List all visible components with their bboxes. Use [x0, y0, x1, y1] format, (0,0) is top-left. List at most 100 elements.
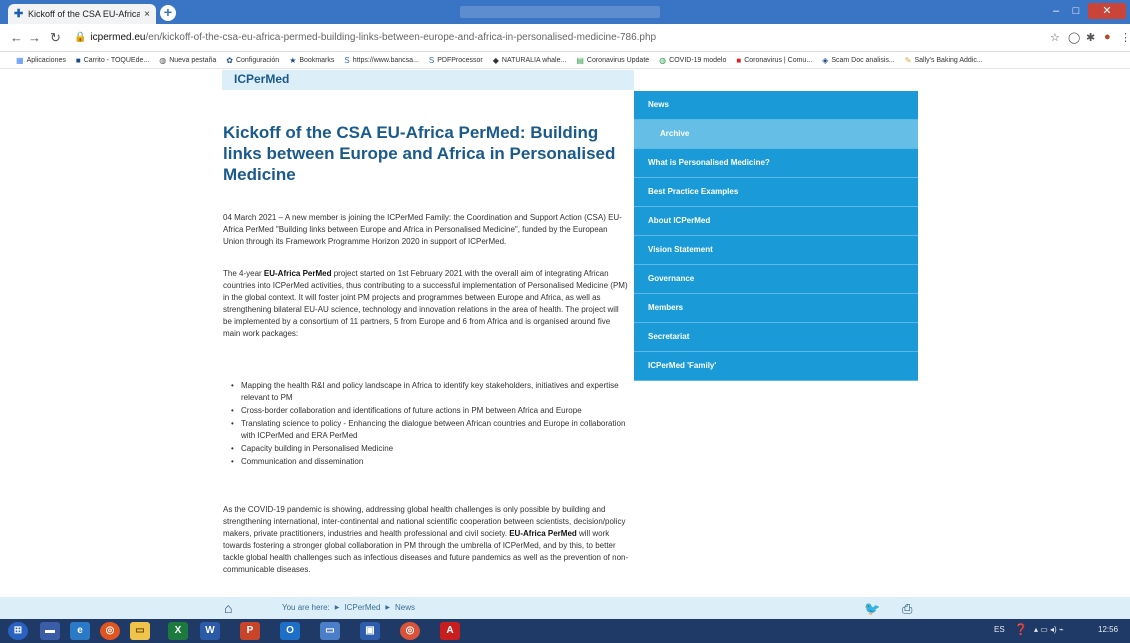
list-item: Translating science to policy - Enhancin… — [231, 418, 631, 442]
cart-icon: ■ — [75, 55, 81, 65]
print-icon[interactable]: ⎙ — [902, 601, 912, 617]
breadcrumb-arrow-icon: ▶ — [385, 605, 391, 611]
maximize-button[interactable]: □ — [1066, 3, 1086, 19]
new-tab-button[interactable]: + — [160, 5, 176, 21]
red-icon: ■ — [736, 55, 742, 65]
sidebar-item-members[interactable]: Members — [634, 294, 918, 323]
breadcrumb-link-news[interactable]: News — [395, 603, 415, 613]
sidebar-item-vision[interactable]: Vision Statement — [634, 236, 918, 265]
site-favicon-icon: ✚ — [14, 8, 24, 20]
breadcrumb-label: You are here: — [282, 603, 330, 612]
sidebar-item-family[interactable]: ICPerMed 'Family' — [634, 352, 918, 381]
browser-tab[interactable]: ✚ Kickoff of the CSA EU-Africa PerM × — [8, 4, 156, 24]
twitter-icon[interactable]: 🐦 — [864, 601, 880, 617]
bookmark-item[interactable]: ✿ Configuración — [226, 56, 279, 65]
article-paragraph: As the COVID-19 pandemic is showing, add… — [223, 505, 629, 574]
url-path: /en/kickoff-of-the-csa-eu-africa-permed-… — [145, 32, 657, 43]
outlook-icon[interactable]: O — [280, 622, 300, 640]
url-domain: icpermed.eu — [90, 32, 146, 43]
bookmark-item[interactable]: ★ Bookmarks — [289, 56, 334, 65]
address-toolbar: ← → ↻ 🔒 icpermed.eu/en/kickoff-of-the-csa… — [0, 24, 1130, 52]
window-title — [460, 6, 660, 18]
profile-avatar-icon[interactable]: ● — [1104, 31, 1111, 43]
s-icon: S — [428, 55, 435, 65]
bookmark-apps[interactable]: ▦ Aplicaciones — [16, 56, 66, 65]
sidebar-item-best-practice[interactable]: Best Practice Examples — [634, 178, 918, 207]
forward-arrow-icon[interactable]: → — [28, 30, 41, 45]
powerpoint-icon[interactable]: P — [240, 622, 260, 640]
breadcrumb-arrow-icon: ▶ — [334, 605, 340, 611]
browser-titlebar: ✚ Kickoff of the CSA EU-Africa PerM × + … — [0, 0, 1130, 24]
shield-icon: ◈ — [822, 55, 829, 65]
chrome-icon[interactable]: ◎ — [100, 622, 120, 640]
clock[interactable]: 12:56 — [1098, 625, 1118, 634]
sidebar-item-what-is-pm[interactable]: What is Personalised Medicine? — [634, 149, 918, 178]
window-app-icon[interactable]: ▣ — [360, 622, 380, 640]
lock-icon: 🔒 — [74, 32, 87, 43]
puzzle-icon[interactable]: ✱ — [1086, 31, 1095, 44]
window-app-icon[interactable]: ▭ — [320, 622, 340, 640]
tab-title: Kickoff of the CSA EU-Africa PerM — [28, 9, 141, 19]
list-item: Communication and dissemination — [231, 456, 631, 468]
bookmark-item[interactable]: ■ Carrito - TOQUEde... — [76, 56, 149, 65]
language-indicator[interactable]: ES — [994, 625, 1005, 634]
star-icon: ★ — [289, 55, 297, 65]
reload-icon[interactable]: ↻ — [50, 30, 61, 46]
bookmark-star-icon[interactable]: ☆ — [1050, 31, 1060, 44]
breadcrumb-link-icpermed[interactable]: ICPerMed — [344, 603, 380, 613]
excel-icon[interactable]: X — [168, 622, 188, 640]
bookmark-item[interactable]: Shttps://www.bancsa... — [344, 56, 419, 65]
close-window-button[interactable]: ✕ — [1088, 3, 1126, 19]
bookmark-item[interactable]: ◍ COVID-19 modelo — [659, 56, 726, 65]
home-icon[interactable]: ⌂ — [224, 600, 232, 616]
sheet-icon: ▤ — [576, 55, 584, 65]
globe-icon: ◍ — [659, 55, 667, 65]
baking-icon: ✎ — [904, 55, 912, 65]
ie-icon[interactable]: e — [70, 622, 90, 640]
article-paragraph: 04 March 2021 – A new member is joining … — [223, 213, 622, 246]
s-icon: S — [344, 55, 350, 65]
bookmark-item[interactable]: ▤ Coronavirus Update — [576, 56, 649, 65]
windows-taskbar: ⊞ ▬ e ◎ ▭ X W P O ▭ ▣ ◎ A ES ❓ ▴ ▭ ◂) ⌁ … — [0, 619, 1130, 643]
whale-icon: ◆ — [492, 55, 499, 65]
gear-icon: ✿ — [226, 55, 233, 65]
acrobat-icon[interactable]: A — [440, 622, 460, 640]
back-arrow-icon[interactable]: ← — [10, 30, 23, 45]
list-item: Cross-border collaboration and identific… — [231, 405, 631, 417]
taskbar-app-icon[interactable]: ▬ — [40, 622, 60, 640]
breadcrumb-bar: ⌂ You are here: ▶ ICPerMed ▶ News 🐦 ⎙ — [0, 597, 1130, 619]
site-logo-text[interactable]: ICPerMed — [234, 72, 289, 86]
sidebar-item-secretariat[interactable]: Secretariat — [634, 323, 918, 352]
word-icon[interactable]: W — [200, 622, 220, 640]
tab-close-icon[interactable]: × — [144, 9, 150, 20]
bookmark-item[interactable]: ✎ Sally's Baking Addic... — [905, 56, 983, 65]
article-paragraph: The 4-year EU-Africa PerMed project star… — [223, 269, 628, 338]
sidebar-item-archive[interactable]: Archive — [634, 120, 918, 149]
globe-icon: ◍ — [159, 55, 167, 65]
sidebar-nav: News Archive What is Personalised Medici… — [634, 91, 918, 381]
url-input[interactable]: 🔒 icpermed.eu/en/kickoff-of-the-csa-eu-af… — [74, 29, 1024, 47]
start-button-icon[interactable]: ⊞ — [8, 622, 28, 640]
help-icon[interactable]: ❓ — [1014, 623, 1028, 636]
bookmark-item[interactable]: ◆ NATURALIA whale... — [493, 56, 567, 65]
bookmark-item[interactable]: ■ Coronavirus | Comu... — [736, 56, 812, 65]
list-item: Mapping the health R&I and policy landsc… — [231, 380, 631, 404]
bookmark-item[interactable]: ◍ Nueva pestaña — [159, 56, 216, 65]
sidebar-item-about[interactable]: About ICPerMed — [634, 207, 918, 236]
article-title: Kickoff of the CSA EU-Africa PerMed: Bui… — [223, 123, 616, 184]
chrome-icon[interactable]: ◎ — [400, 622, 420, 640]
list-item: Capacity building in Personalised Medici… — [231, 443, 631, 455]
web-page: ICPerMed Kickoff of the CSA EU-Africa Pe… — [0, 70, 1130, 597]
minimize-button[interactable]: – — [1046, 3, 1066, 19]
extension-icon[interactable]: ◯ — [1068, 31, 1080, 44]
sidebar-item-news[interactable]: News — [634, 91, 918, 120]
bookmark-item[interactable]: S PDFProcessor — [429, 56, 483, 65]
menu-dots-icon[interactable]: ⋮ — [1120, 31, 1130, 44]
bookmark-item[interactable]: ◈ Scam Doc analisis... — [822, 56, 895, 65]
apps-icon: ▦ — [16, 55, 24, 65]
work-packages-list: Mapping the health R&I and policy landsc… — [231, 380, 631, 469]
network-icon[interactable]: ▴ ▭ ◂) ⌁ — [1034, 625, 1064, 634]
breadcrumb: You are here: ▶ ICPerMed ▶ News — [282, 603, 415, 613]
sidebar-item-governance[interactable]: Governance — [634, 265, 918, 294]
file-explorer-icon[interactable]: ▭ — [130, 622, 150, 640]
